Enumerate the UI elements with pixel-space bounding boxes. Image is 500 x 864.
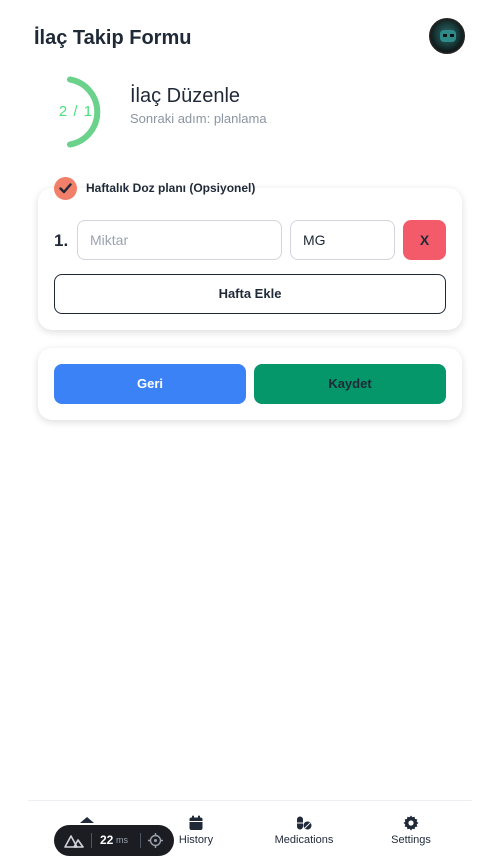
step-progress: 2 / 1 İlaç Düzenle Sonraki adım: planlam…	[40, 70, 460, 156]
amount-input[interactable]	[77, 220, 282, 260]
week-number: 1.	[54, 231, 69, 250]
app-title: İlaç Takip Formu	[34, 27, 192, 49]
nav-item-medications[interactable]: Medications	[259, 815, 349, 846]
back-button[interactable]: Geri	[54, 364, 246, 404]
unit-select[interactable]: MG	[290, 220, 395, 260]
step-title: İlaç Düzenle	[130, 85, 241, 107]
check-icon	[59, 183, 72, 194]
calendar-icon	[189, 815, 203, 830]
dose-plan-card: 1. MG X Hafta Ekle	[38, 188, 462, 330]
nav-item-settings[interactable]: Settings	[366, 815, 456, 846]
pills-icon	[297, 816, 312, 830]
app-header: İlaç Takip Formu	[34, 18, 466, 56]
devtools-pill[interactable]: 22 ms	[54, 825, 174, 856]
crosshair-icon[interactable]	[148, 833, 163, 848]
nav-label-medications: Medications	[274, 834, 334, 846]
render-time-value: 22	[100, 833, 114, 847]
render-time-unit: ms	[116, 835, 128, 845]
nav-label-settings: Settings	[391, 834, 431, 846]
remove-week-button[interactable]: X	[403, 220, 446, 260]
gear-icon	[403, 815, 419, 831]
dose-plan-title: Haftalık Doz planı (Opsiyonel)	[86, 181, 256, 195]
progress-text: 2 / 1	[58, 103, 94, 120]
add-week-button[interactable]: Hafta Ekle	[54, 274, 446, 314]
nav-label-history: History	[178, 834, 214, 846]
step-subtitle: Sonraki adım: planlama	[130, 111, 267, 126]
checkbox-checked[interactable]	[54, 177, 77, 200]
form-actions-card: Geri Kaydet	[38, 348, 462, 420]
save-button[interactable]: Kaydet	[254, 364, 446, 404]
nuxt-logo-icon	[64, 835, 84, 848]
avatar[interactable]	[429, 18, 465, 54]
